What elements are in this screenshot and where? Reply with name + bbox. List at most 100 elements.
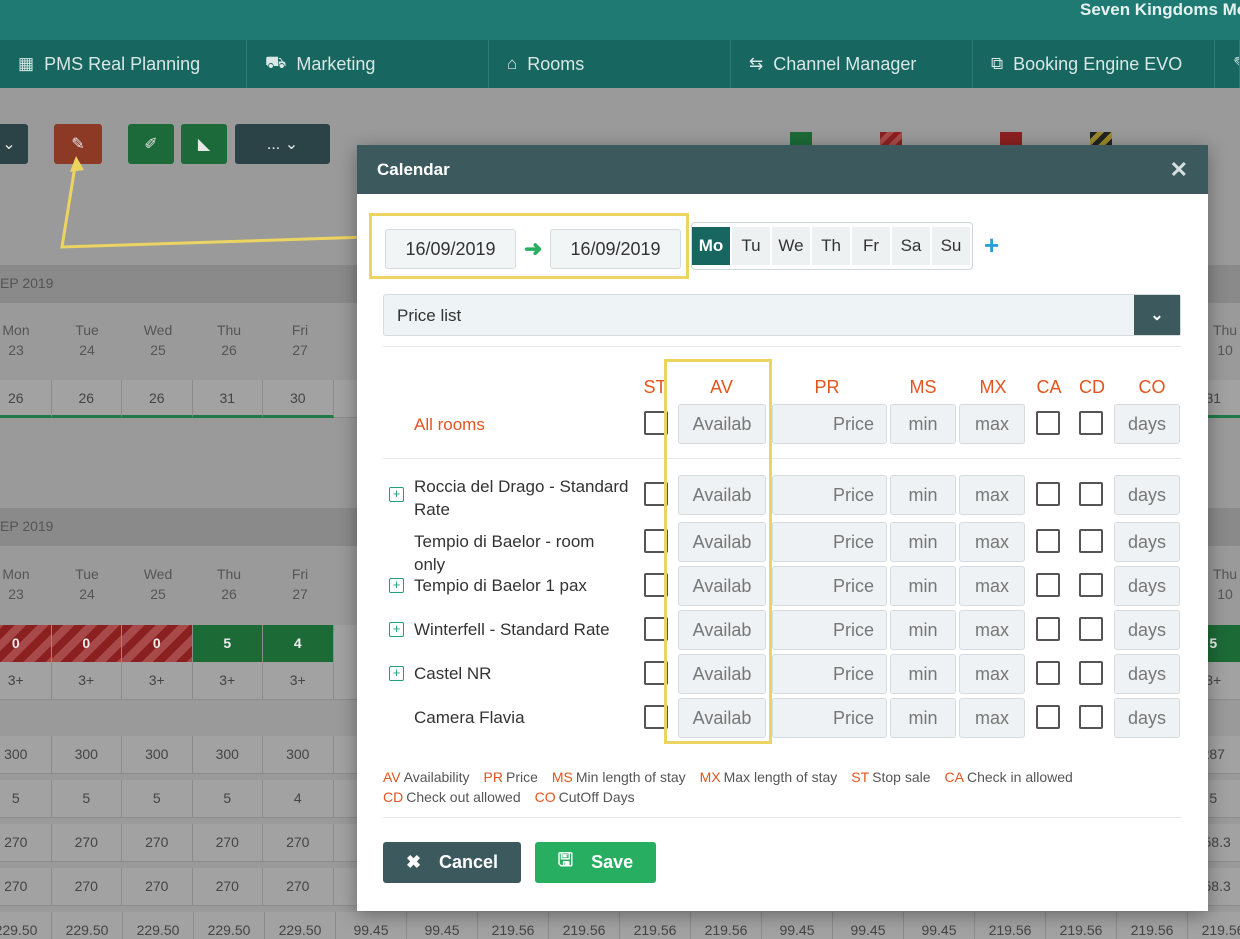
date-from-input[interactable]: 16/09/2019 xyxy=(385,229,516,269)
calendar-cell[interactable]: 270 xyxy=(192,868,263,906)
calendar-cell[interactable]: 300 xyxy=(51,736,122,774)
checkin-allowed-checkbox[interactable] xyxy=(1036,482,1060,506)
stop-sale-checkbox[interactable] xyxy=(644,661,668,685)
nav-item-tools[interactable]: ✎ xyxy=(1215,40,1240,88)
stop-sale-checkbox[interactable] xyxy=(644,573,668,597)
max-stay-input[interactable]: max xyxy=(959,475,1025,515)
calendar-cell[interactable]: 4 xyxy=(263,625,334,663)
calendar-cell[interactable]: 26 xyxy=(51,380,122,418)
calendar-cell[interactable]: 300 xyxy=(263,736,334,774)
cutoff-days-input[interactable]: days xyxy=(1114,404,1180,444)
expand-icon[interactable]: + xyxy=(389,487,404,502)
checkout-allowed-checkbox[interactable] xyxy=(1079,482,1103,506)
calendar-cell[interactable]: 5 xyxy=(192,625,263,663)
calendar-cell[interactable]: 219.56 xyxy=(975,912,1046,939)
min-stay-input[interactable]: min xyxy=(890,654,956,694)
min-stay-input[interactable]: min xyxy=(890,475,956,515)
calendar-cell[interactable]: 219.56 xyxy=(1046,912,1117,939)
calendar-cell[interactable]: 3+ xyxy=(192,662,263,700)
calendar-cell[interactable]: 99.45 xyxy=(762,912,833,939)
stop-sale-checkbox[interactable] xyxy=(644,617,668,641)
calendar-cell[interactable]: 229.50 xyxy=(265,912,336,939)
cursor-button[interactable]: ◣ xyxy=(181,124,227,164)
nav-item-marketing[interactable]: ⛟ Marketing xyxy=(247,40,489,88)
more-dropdown[interactable]: ... ⌄ xyxy=(235,124,330,164)
checkout-allowed-checkbox[interactable] xyxy=(1079,411,1103,435)
calendar-cell[interactable]: 270 xyxy=(263,824,334,862)
expand-icon[interactable]: + xyxy=(389,622,404,637)
calendar-cell[interactable]: 5 xyxy=(192,780,263,818)
checkout-allowed-checkbox[interactable] xyxy=(1079,617,1103,641)
calendar-cell[interactable]: 219.56 xyxy=(1188,912,1240,939)
calendar-cell[interactable]: 3+ xyxy=(122,662,193,700)
calendar-cell[interactable]: 229.50 xyxy=(52,912,123,939)
checkin-allowed-checkbox[interactable] xyxy=(1036,529,1060,553)
calendar-cell[interactable]: 300 xyxy=(122,736,193,774)
calendar-cell[interactable]: 270 xyxy=(192,824,263,862)
calendar-cell[interactable]: 270 xyxy=(263,868,334,906)
cutoff-days-input[interactable]: days xyxy=(1114,610,1180,650)
cutoff-days-input[interactable]: days xyxy=(1114,566,1180,606)
price-list-select[interactable]: Price list ⌄ xyxy=(383,294,1181,336)
availability-input[interactable]: Availab xyxy=(678,475,766,515)
calendar-cell[interactable]: 300 xyxy=(0,736,52,774)
save-button[interactable]: 🖫 Save xyxy=(535,842,656,883)
calendar-cell[interactable]: 270 xyxy=(122,868,193,906)
expand-icon[interactable]: + xyxy=(389,666,404,681)
max-stay-input[interactable]: max xyxy=(959,522,1025,562)
calendar-cell[interactable]: 270 xyxy=(122,824,193,862)
max-stay-input[interactable]: max xyxy=(959,404,1025,444)
weekday-we[interactable]: We xyxy=(772,227,810,265)
checkout-allowed-checkbox[interactable] xyxy=(1079,705,1103,729)
cutoff-days-input[interactable]: days xyxy=(1114,654,1180,694)
max-stay-input[interactable]: max xyxy=(959,610,1025,650)
calendar-cell[interactable]: 270 xyxy=(51,824,122,862)
cancel-button[interactable]: ✖ Cancel xyxy=(383,842,521,883)
calendar-cell[interactable]: 31 xyxy=(192,380,263,418)
calendar-cell[interactable]: 229.50 xyxy=(0,912,52,939)
calendar-cell[interactable]: 270 xyxy=(0,824,52,862)
min-stay-input[interactable]: min xyxy=(890,698,956,738)
availability-input[interactable]: Availab xyxy=(678,654,766,694)
calendar-cell[interactable]: 0 xyxy=(122,625,193,663)
add-date-range-icon[interactable]: + xyxy=(984,230,999,261)
edit-button[interactable]: ✎ xyxy=(54,124,102,164)
weekday-tu[interactable]: Tu xyxy=(732,227,770,265)
calendar-cell[interactable]: 219.56 xyxy=(549,912,620,939)
expand-icon[interactable]: + xyxy=(389,578,404,593)
checkin-allowed-checkbox[interactable] xyxy=(1036,411,1060,435)
calendar-cell[interactable]: 229.50 xyxy=(123,912,194,939)
availability-input[interactable]: Availab xyxy=(678,566,766,606)
max-stay-input[interactable]: max xyxy=(959,654,1025,694)
checkin-allowed-checkbox[interactable] xyxy=(1036,661,1060,685)
weekday-sa[interactable]: Sa xyxy=(892,227,930,265)
availability-input[interactable]: Availab xyxy=(678,698,766,738)
cutoff-days-input[interactable]: days xyxy=(1114,522,1180,562)
calendar-cell[interactable]: 99.45 xyxy=(336,912,407,939)
close-icon[interactable]: ✕ xyxy=(1170,157,1188,183)
calendar-cell[interactable]: 300 xyxy=(192,736,263,774)
calendar-cell[interactable]: 99.45 xyxy=(833,912,904,939)
availability-input[interactable]: Availab xyxy=(678,404,766,444)
checkout-allowed-checkbox[interactable] xyxy=(1079,573,1103,597)
nav-item-pms-real-planning[interactable]: ▦ PMS Real Planning xyxy=(0,40,247,88)
calendar-cell[interactable]: 26 xyxy=(122,380,193,418)
availability-input[interactable]: Availab xyxy=(678,522,766,562)
price-input[interactable]: Price xyxy=(772,404,887,444)
calendar-cell[interactable]: 5 xyxy=(0,780,52,818)
price-input[interactable]: Price xyxy=(772,522,887,562)
weekday-fr[interactable]: Fr xyxy=(852,227,890,265)
min-stay-input[interactable]: min xyxy=(890,522,956,562)
checkout-allowed-checkbox[interactable] xyxy=(1079,529,1103,553)
stop-sale-checkbox[interactable] xyxy=(644,705,668,729)
stop-sale-checkbox[interactable] xyxy=(644,411,668,435)
calendar-cell[interactable]: 4 xyxy=(263,780,334,818)
calendar-cell[interactable]: 219.56 xyxy=(1117,912,1188,939)
stop-sale-checkbox[interactable] xyxy=(644,482,668,506)
calendar-cell[interactable]: 5 xyxy=(51,780,122,818)
calendar-cell[interactable]: 219.56 xyxy=(478,912,549,939)
weekday-su[interactable]: Su xyxy=(932,227,970,265)
calendar-cell[interactable]: 26 xyxy=(0,380,52,418)
calendar-cell[interactable]: 219.56 xyxy=(620,912,691,939)
calendar-cell[interactable]: 0 xyxy=(51,625,122,663)
